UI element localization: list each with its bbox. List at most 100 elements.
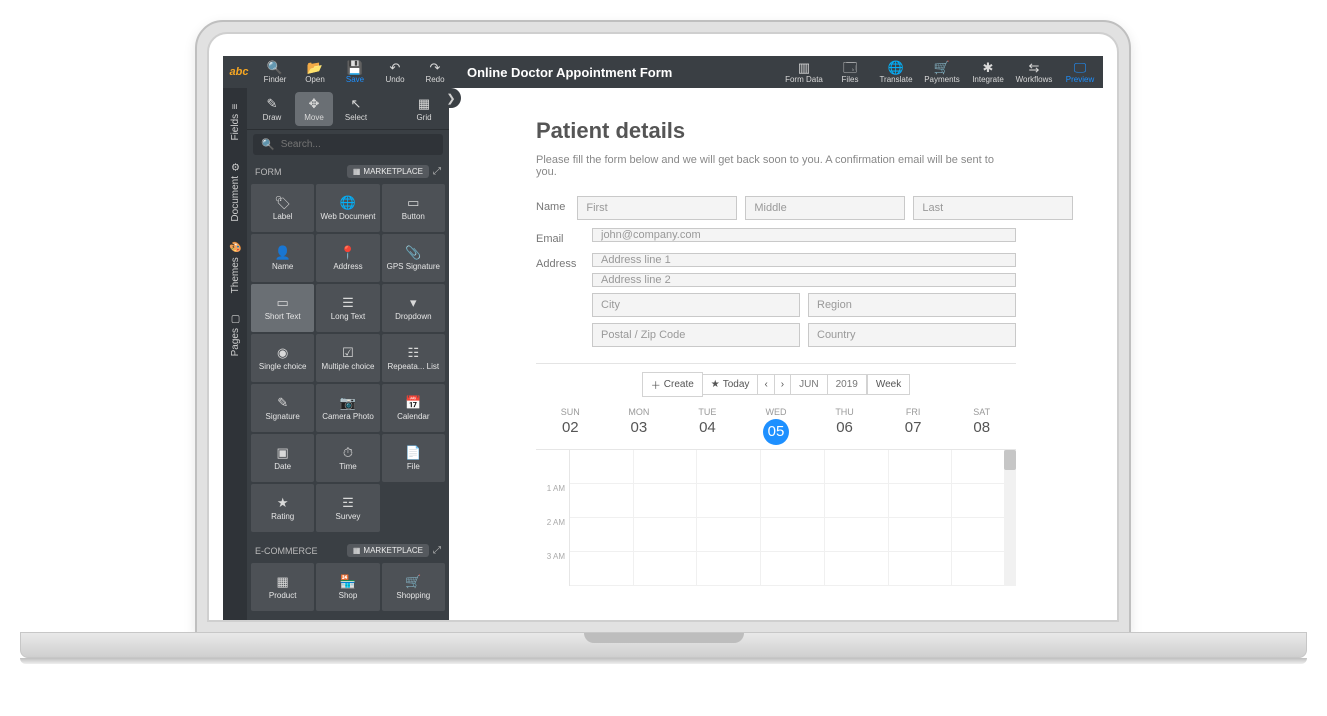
field-tile-calendar[interactable]: 📅Calendar — [382, 384, 445, 432]
field-tile-survey[interactable]: ☲Survey — [316, 484, 379, 532]
calendar-prev-button[interactable]: ‹ — [758, 374, 774, 395]
move-tool[interactable]: ✥Move — [295, 92, 333, 126]
postal-input[interactable] — [592, 323, 800, 347]
field-tile-web-document[interactable]: 🌐Web Document — [316, 184, 379, 232]
field-tile-shop[interactable]: 🏪Shop — [316, 563, 379, 611]
calendar-cell[interactable] — [697, 552, 761, 586]
rail-tab-document[interactable]: Document⚙ — [230, 151, 241, 232]
field-tile-single-choice[interactable]: ◉Single choice — [251, 334, 314, 382]
calendar-cell[interactable] — [761, 450, 825, 484]
marketplace-button-2[interactable]: ▦Marketplace — [347, 544, 429, 557]
middle-name-input[interactable] — [745, 196, 905, 220]
field-tile-repeata-list[interactable]: ☷Repeata... List — [382, 334, 445, 382]
field-tile-rating[interactable]: ★Rating — [251, 484, 314, 532]
calendar-day-06[interactable]: THU06 — [810, 403, 879, 450]
draw-tool[interactable]: ✎Draw — [253, 92, 291, 126]
topbar-files-button[interactable]: 🗔Files — [827, 56, 873, 88]
field-tile-camera-photo[interactable]: 📷Camera Photo — [316, 384, 379, 432]
calendar-day-07[interactable]: FRI07 — [879, 403, 948, 450]
name-label: Name — [536, 196, 565, 213]
field-tile-name[interactable]: 👤Name — [251, 234, 314, 282]
field-tile-button[interactable]: ▭Button — [382, 184, 445, 232]
first-name-input[interactable] — [577, 196, 737, 220]
calendar-cell[interactable] — [634, 552, 698, 586]
field-tile-signature[interactable]: ✎Signature — [251, 384, 314, 432]
calendar-cell[interactable] — [825, 552, 889, 586]
calendar-cell[interactable] — [761, 484, 825, 518]
rail-tab-themes[interactable]: Themes🎨 — [230, 231, 241, 303]
calendar-cell[interactable] — [889, 484, 953, 518]
calendar-cell[interactable] — [889, 518, 953, 552]
address2-input[interactable] — [592, 273, 1016, 287]
field-tile-gps-signature[interactable]: 📎GPS Signature — [382, 234, 445, 282]
field-tile-dropdown[interactable]: ▾Dropdown — [382, 284, 445, 332]
sidebar-expand-handle[interactable]: ❯ — [441, 88, 461, 108]
calendar-cell[interactable] — [634, 450, 698, 484]
topbar-redo-button[interactable]: ↷Redo — [415, 56, 455, 88]
scrollbar-thumb[interactable] — [1004, 450, 1016, 470]
calendar-cell[interactable] — [825, 518, 889, 552]
calendar-cell[interactable] — [889, 450, 953, 484]
calendar-cell[interactable] — [697, 450, 761, 484]
city-input[interactable] — [592, 293, 800, 317]
calendar-cell[interactable] — [570, 450, 634, 484]
field-tile-date[interactable]: ▣Date — [251, 434, 314, 482]
field-tile-short-text[interactable]: ▭Short Text — [251, 284, 314, 332]
field-tile-file[interactable]: 📄File — [382, 434, 445, 482]
calendar-day-03[interactable]: MON03 — [605, 403, 674, 450]
field-tile-shopping[interactable]: 🛒Shopping — [382, 563, 445, 611]
field-tile-address[interactable]: 📍Address — [316, 234, 379, 282]
email-input[interactable] — [592, 228, 1016, 242]
field-tile-long-text[interactable]: ☰Long Text — [316, 284, 379, 332]
calendar-cell[interactable] — [697, 518, 761, 552]
field-tile-product[interactable]: ▦Product — [251, 563, 314, 611]
country-input[interactable] — [808, 323, 1016, 347]
rail-tab-fields[interactable]: Fields≡ — [230, 94, 241, 151]
region-input[interactable] — [808, 293, 1016, 317]
calendar-cell[interactable] — [697, 484, 761, 518]
topbar-undo-button[interactable]: ↶Undo — [375, 56, 415, 88]
calendar-cell[interactable] — [634, 484, 698, 518]
address1-input[interactable] — [592, 253, 1016, 267]
calendar-view-button[interactable]: Week — [867, 374, 910, 395]
field-tile-time[interactable]: ⏱Time — [316, 434, 379, 482]
calendar-today-button[interactable]: ★Today — [703, 374, 759, 395]
topbar-open-button[interactable]: 📂Open — [295, 56, 335, 88]
tile-label: Shop — [339, 592, 358, 601]
calendar-scrollbar[interactable] — [1004, 450, 1016, 586]
calendar-cell[interactable] — [761, 552, 825, 586]
search-input[interactable] — [281, 139, 435, 150]
last-name-input[interactable] — [913, 196, 1073, 220]
calendar-cell[interactable] — [634, 518, 698, 552]
calendar-day-04[interactable]: TUE04 — [673, 403, 742, 450]
calendar-cell[interactable] — [570, 518, 634, 552]
field-tile-label[interactable]: 🏷Label — [251, 184, 314, 232]
select-tool[interactable]: ↖Select — [337, 92, 375, 126]
calendar-day-05[interactable]: WED05 — [742, 403, 811, 450]
calendar-cell[interactable] — [825, 450, 889, 484]
calendar-day-02[interactable]: SUN02 — [536, 403, 605, 450]
topbar-workflows-button[interactable]: ⇆Workflows — [1011, 56, 1057, 88]
search-box[interactable]: 🔍 — [253, 134, 443, 155]
marketplace-button[interactable]: ▦Marketplace — [347, 165, 429, 178]
topbar-payments-button[interactable]: 🛒Payments — [919, 56, 965, 88]
calendar-cell[interactable] — [761, 518, 825, 552]
calendar-cell[interactable] — [889, 552, 953, 586]
calendar-create-button[interactable]: ＋Create — [642, 372, 703, 397]
calendar-cell[interactable] — [570, 484, 634, 518]
topbar-save-button[interactable]: 💾Save — [335, 56, 375, 88]
calendar-cell[interactable] — [825, 484, 889, 518]
topbar-integrate-button[interactable]: ✱Integrate — [965, 56, 1011, 88]
section-expand-icon[interactable]: ⤢ — [433, 166, 441, 177]
rail-tab-pages[interactable]: Pages▢ — [230, 303, 241, 366]
field-tile-multiple-choice[interactable]: ☑Multiple choice — [316, 334, 379, 382]
calendar-day-08[interactable]: SAT08 — [947, 403, 1016, 450]
calendar-cell[interactable] — [570, 552, 634, 586]
topbar-finder-button[interactable]: 🔍Finder — [255, 56, 295, 88]
topbar-translate-button[interactable]: 🌐Translate — [873, 56, 919, 88]
section-expand-icon-2[interactable]: ⤢ — [433, 545, 441, 556]
grid-tool[interactable]: ▦Grid — [405, 92, 443, 126]
topbar-preview-button[interactable]: 🖵Preview — [1057, 56, 1103, 88]
calendar-next-button[interactable]: › — [775, 374, 791, 395]
topbar-form-data-button[interactable]: ▥Form Data — [781, 56, 827, 88]
